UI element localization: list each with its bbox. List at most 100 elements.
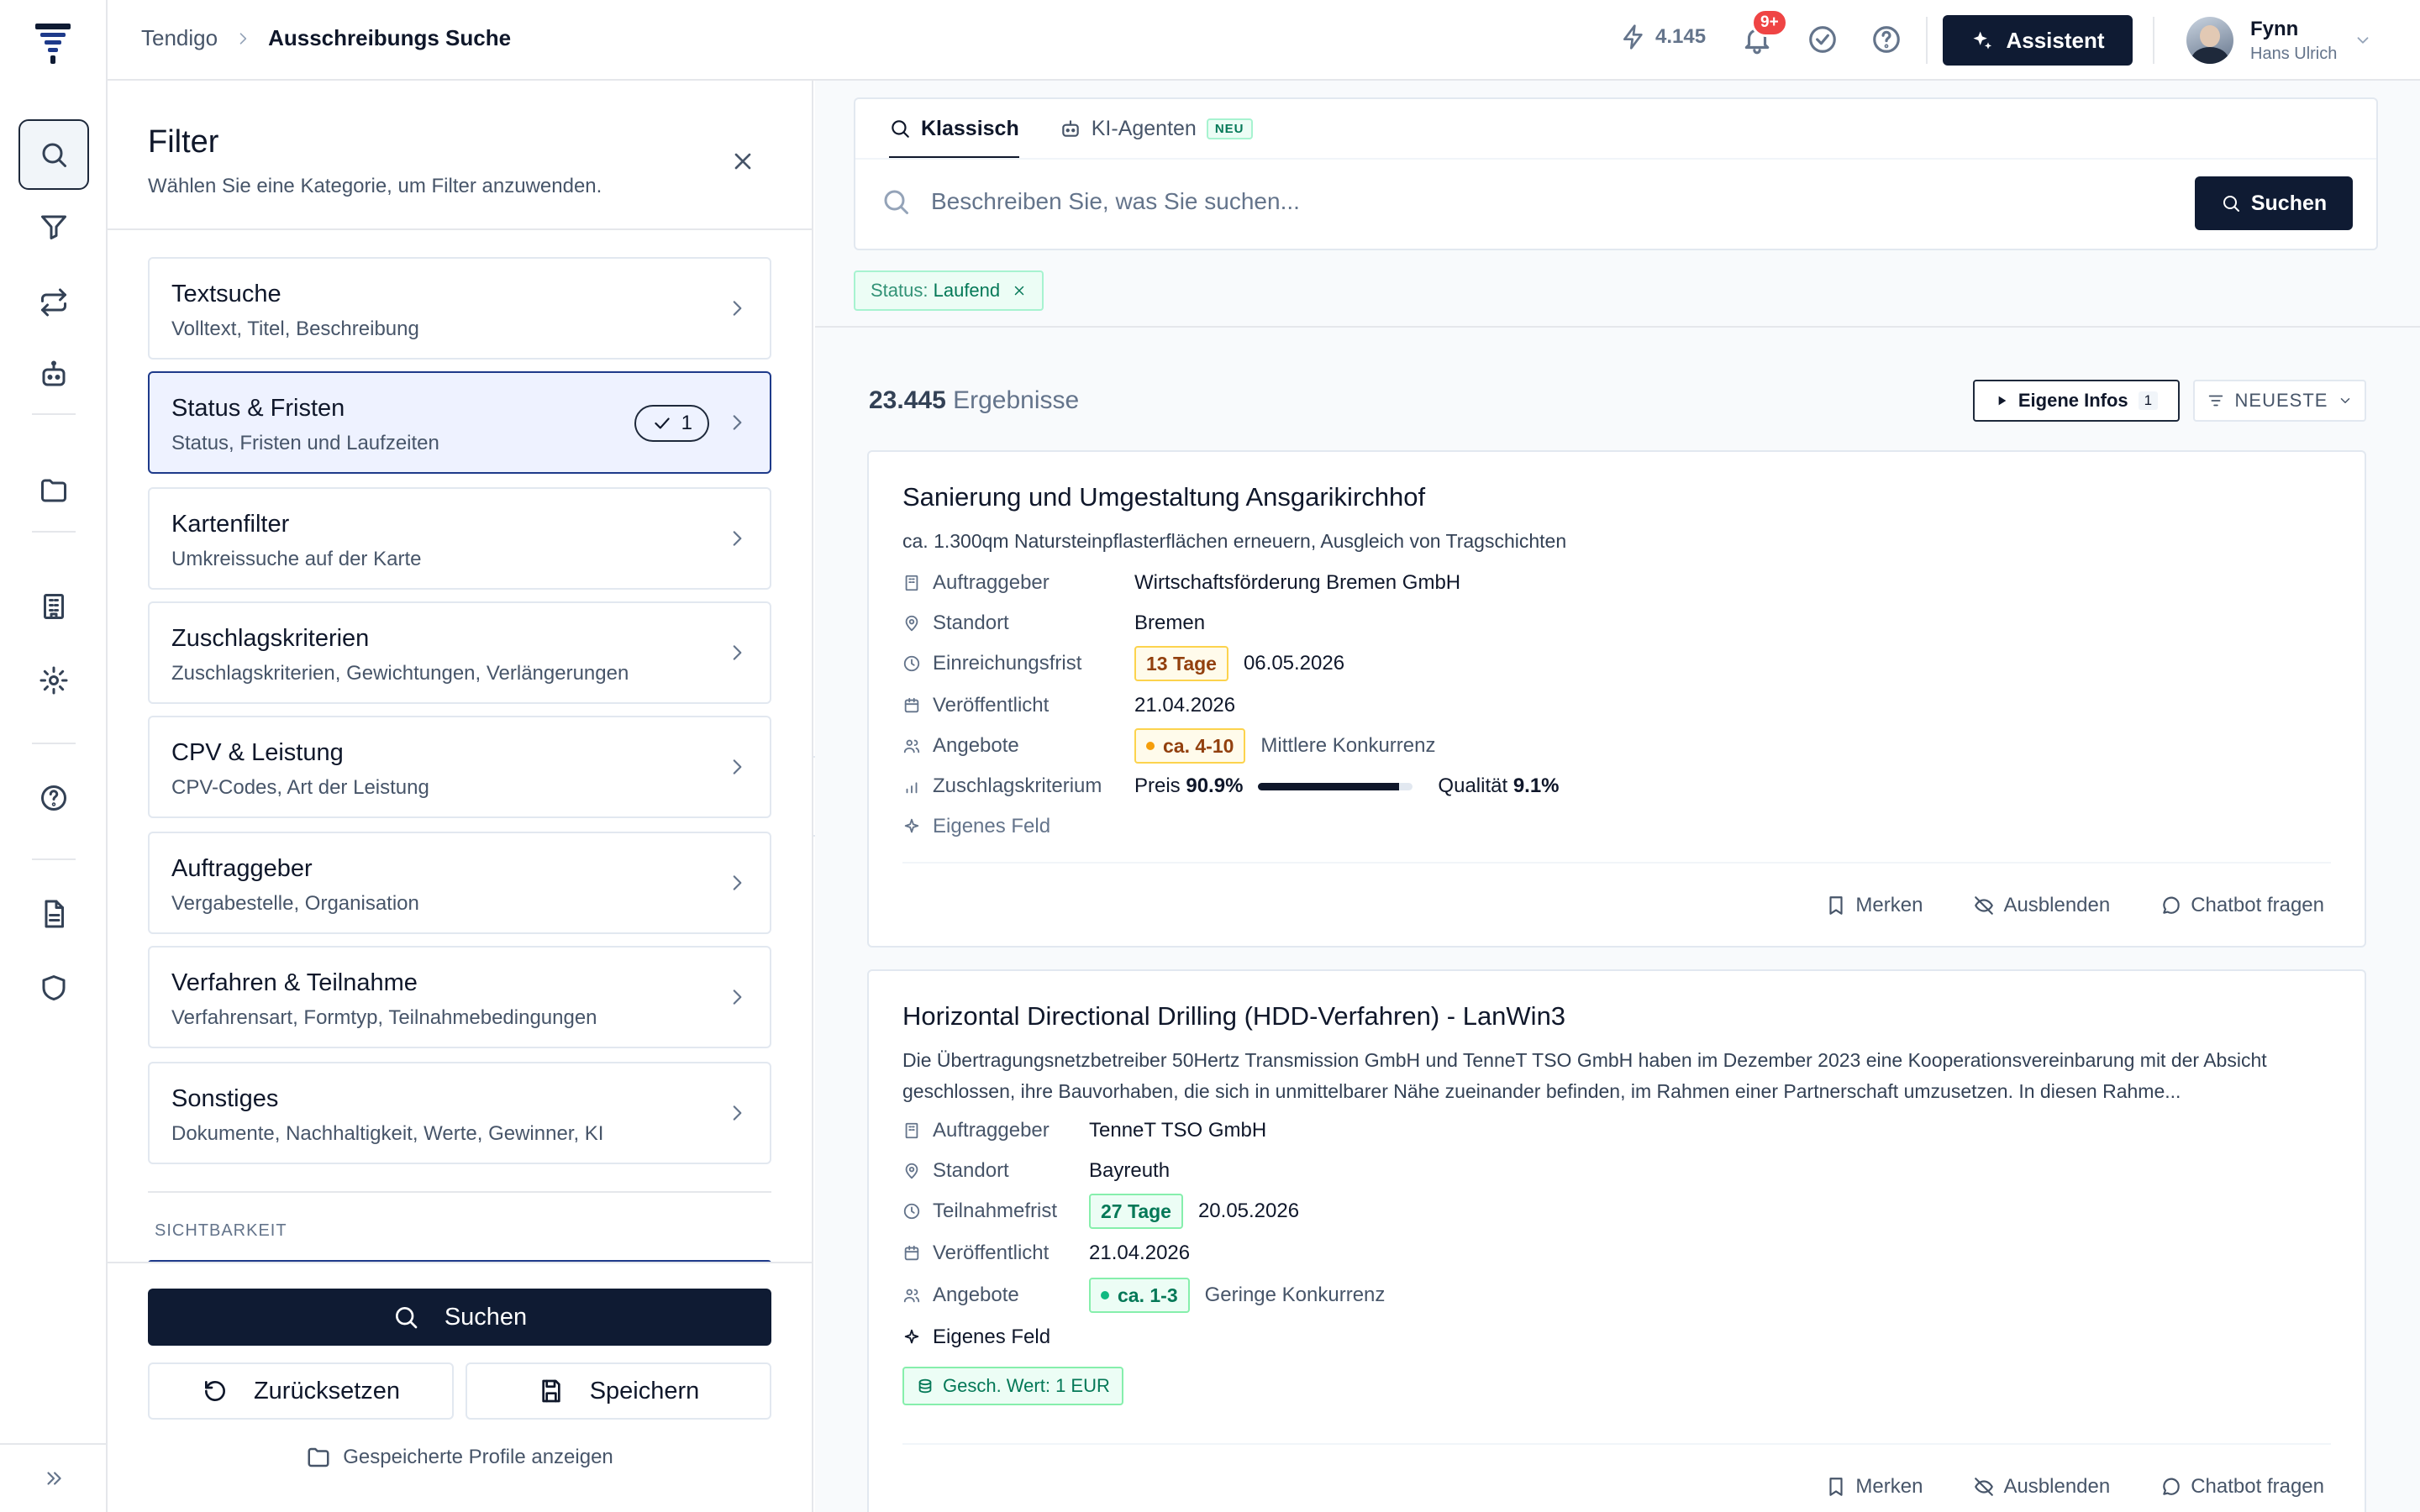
result-card[interactable]: Sanierung und Umgestaltung Ansgarikirchh… xyxy=(867,450,2366,948)
tab-ki-agenten[interactable]: KI-Agenten NEU xyxy=(1060,99,1253,158)
robot-icon xyxy=(1062,120,1079,137)
field-eigenes[interactable]: Eigenes Feld xyxy=(902,810,1134,843)
credits-indicator[interactable]: 4.145 xyxy=(1620,24,1706,50)
hide-button[interactable]: Ausblenden xyxy=(1973,894,2110,917)
field-label: Eigenes Feld xyxy=(933,815,1051,837)
category-desc: Zuschlagskriterien, Gewichtungen, Verlän… xyxy=(171,662,629,685)
tab-label: KI-Agenten xyxy=(1091,116,1197,140)
shield-icon[interactable] xyxy=(18,953,89,1023)
search-button[interactable]: Suchen xyxy=(2195,176,2353,230)
nav-rail xyxy=(0,0,108,1512)
offers-value: ca. 1-3 xyxy=(1118,1284,1178,1306)
filter-category-textsuche[interactable]: Textsuche Volltext, Titel, Beschreibung xyxy=(148,257,771,360)
chip-value: Laufend xyxy=(933,280,1001,301)
repeat-icon[interactable] xyxy=(18,267,89,338)
search-icon xyxy=(884,190,908,214)
folder-icon[interactable] xyxy=(18,455,89,526)
document-icon[interactable] xyxy=(18,879,89,949)
result-card[interactable]: Horizontal Directional Drilling (HDD-Ver… xyxy=(867,969,2366,1512)
field-auftraggeber: Auftraggeber Wirtschaftsförderung Bremen… xyxy=(902,566,1460,600)
building-icon xyxy=(905,1122,918,1139)
field-eigenes[interactable]: Eigenes Feld xyxy=(902,1320,1134,1354)
field-standort: Standort Bremen xyxy=(902,606,1205,640)
estimated-value: Gesch. Wert: 1 EUR xyxy=(943,1375,1110,1396)
close-icon[interactable] xyxy=(1012,283,1027,298)
saved-profiles-link[interactable]: Gespeicherte Profile anzeigen xyxy=(108,1445,812,1470)
search-input[interactable] xyxy=(931,188,2191,215)
chat-icon xyxy=(2163,1478,2180,1495)
bookmark-label: Merken xyxy=(1855,1475,1923,1498)
filter-category-cpv-leistung[interactable]: CPV & Leistung CPV-Codes, Art der Leistu… xyxy=(148,716,771,818)
close-filter-button[interactable] xyxy=(729,148,756,175)
field-label: Angebote xyxy=(933,734,1019,757)
clock-icon xyxy=(903,1203,920,1220)
field-veroeffentlicht: Veröffentlicht 21.04.2026 xyxy=(902,689,1235,722)
expand-rail-button[interactable] xyxy=(0,1443,108,1512)
field-frist: Einreichungsfrist 13 Tage 06.05.2026 xyxy=(902,646,1344,681)
field-label: Auftraggeber xyxy=(933,1119,1050,1142)
field-frist: Teilnahmefrist 27 Tage 20.05.2026 xyxy=(902,1194,1299,1229)
chatbot-label: Chatbot fragen xyxy=(2191,1475,2324,1498)
field-label: Auftraggeber xyxy=(933,571,1050,594)
save-button[interactable]: Speichern xyxy=(466,1362,771,1420)
assistant-button[interactable]: Assistent xyxy=(1943,15,2133,66)
bookmark-button[interactable]: Merken xyxy=(1825,1475,1923,1499)
filter-category-auftraggeber[interactable]: Auftraggeber Vergabestelle, Organisation xyxy=(148,832,771,934)
robot-icon[interactable] xyxy=(18,339,89,410)
field-label: Standort xyxy=(933,1159,1009,1182)
building-icon[interactable] xyxy=(18,571,89,642)
field-value: TenneT TSO GmbH xyxy=(1089,1119,1267,1142)
own-info-toggle[interactable]: Eigene Infos 1 xyxy=(1973,380,2180,422)
gear-icon[interactable] xyxy=(18,645,89,716)
competition-level: Mittlere Konkurrenz xyxy=(1260,734,1436,757)
offers-value: ca. 4-10 xyxy=(1163,734,1234,757)
map-pin-icon xyxy=(905,615,918,632)
help-icon[interactable] xyxy=(18,763,89,833)
tab-klassisch[interactable]: Klassisch xyxy=(889,99,1019,160)
field-angebote: Angebote ca. 1-3 Geringe Konkurrenz xyxy=(902,1278,1385,1313)
result-title[interactable]: Sanierung und Umgestaltung Ansgarikirchh… xyxy=(902,482,1425,512)
reset-button[interactable]: Zurücksetzen xyxy=(148,1362,454,1420)
filter-category-sonstiges[interactable]: Sonstiges Dokumente, Nachhaltigkeit, Wer… xyxy=(148,1062,771,1164)
chevron-right-icon xyxy=(733,415,742,430)
user-menu[interactable]: Fynn Hans Ulrich xyxy=(2186,17,2372,64)
filter-icon[interactable] xyxy=(18,192,89,262)
sort-dropdown[interactable]: NEUESTE xyxy=(2193,380,2366,422)
search-card: Klassisch KI-Agenten NEU Suchen xyxy=(854,97,2378,250)
clock-icon xyxy=(903,655,920,672)
hide-button[interactable]: Ausblenden xyxy=(1973,1475,2110,1499)
tasks-button[interactable] xyxy=(1807,24,1839,55)
bookmark-button[interactable]: Merken xyxy=(1825,894,1923,917)
result-description: Die Übertragungsnetzbetreiber 50Hertz Tr… xyxy=(902,1049,2267,1102)
help-button[interactable] xyxy=(1870,24,1902,55)
folder-icon xyxy=(308,1447,329,1467)
users-icon xyxy=(903,739,920,753)
result-title[interactable]: Horizontal Directional Drilling (HDD-Ver… xyxy=(902,1001,1565,1032)
app-logo[interactable] xyxy=(34,22,72,67)
filter-category-kartenfilter[interactable]: Kartenfilter Umkreissuche auf der Karte xyxy=(148,487,771,590)
card-actions: Merken Ausblenden Chatbot fragen xyxy=(1825,894,2324,917)
chatbot-button[interactable]: Chatbot fragen xyxy=(2160,894,2324,917)
filter-search-button[interactable]: Suchen xyxy=(148,1289,771,1346)
chevron-down-icon xyxy=(2357,37,2369,44)
search-icon[interactable] xyxy=(18,119,89,190)
avatar xyxy=(2186,17,2233,64)
active-count: 1 xyxy=(681,412,692,434)
active-filter-chip[interactable]: Status: Laufend xyxy=(854,270,1044,311)
hide-label: Ausblenden xyxy=(2003,894,2111,916)
filter-category-status-fristen[interactable]: Status & Fristen Status, Fristen und Lau… xyxy=(148,371,771,474)
filter-category-zuschlagskriterien[interactable]: Zuschlagskriterien Zuschlagskriterien, G… xyxy=(148,601,771,704)
breadcrumb-root[interactable]: Tendigo xyxy=(141,25,218,51)
filter-category-verfahren[interactable]: Verfahren & Teilnahme Verfahrensart, For… xyxy=(148,946,771,1048)
eye-off-icon xyxy=(1975,1478,1994,1496)
question-icon xyxy=(1873,26,1900,53)
field-auftraggeber: Auftraggeber TenneT TSO GmbH xyxy=(902,1114,1266,1147)
results-count-value: 23.445 xyxy=(869,386,946,414)
chatbot-button[interactable]: Chatbot fragen xyxy=(2160,1475,2324,1499)
chatbot-label: Chatbot fragen xyxy=(2191,894,2324,916)
results-count-label: Ergebnisse xyxy=(953,386,1080,414)
category-title: Status & Fristen xyxy=(171,395,345,422)
quality-label: Qualität xyxy=(1438,774,1508,797)
category-desc: Dokumente, Nachhaltigkeit, Werte, Gewinn… xyxy=(171,1122,604,1145)
category-title: Textsuche xyxy=(171,281,281,307)
